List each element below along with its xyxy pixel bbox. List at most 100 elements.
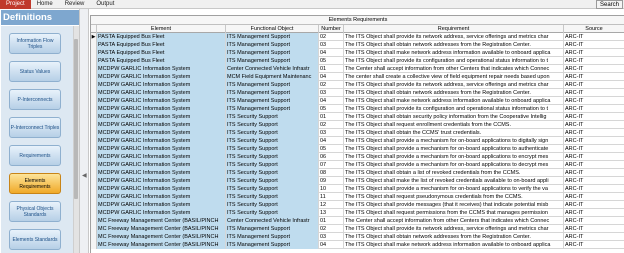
table-row[interactable]: MCDPW GARLIC Information System ITS Secur… <box>91 185 624 193</box>
functional-object-cell[interactable]: ITS Management Support <box>226 49 319 57</box>
element-cell[interactable]: MCDPW GARLIC Information System <box>97 65 226 73</box>
table-row[interactable]: MCDPW GARLIC Information System ITS Manag… <box>91 81 624 89</box>
number-cell[interactable]: 02 <box>319 33 344 41</box>
nav-button-status-values[interactable]: Status Values <box>9 61 61 82</box>
functional-object-cell[interactable]: ITS Management Support <box>226 241 319 249</box>
source-cell[interactable]: ARC-IT <box>564 193 624 201</box>
element-cell[interactable]: MCDPW GARLIC Information System <box>97 201 226 209</box>
table-row[interactable]: MCDPW GARLIC Information System ITS Secur… <box>91 177 624 185</box>
number-cell[interactable]: 09 <box>319 177 344 185</box>
functional-object-cell[interactable]: ITS Security Support <box>226 209 319 217</box>
source-cell[interactable]: ARC-IT <box>564 233 624 241</box>
requirement-cell[interactable]: The Center shall accept information from… <box>344 65 564 73</box>
requirement-cell[interactable]: The ITS Object shall obtain network addr… <box>344 233 564 241</box>
element-cell[interactable]: MCDPW GARLIC Information System <box>97 121 226 129</box>
source-cell[interactable]: ARC-IT <box>564 113 624 121</box>
nav-button-requirements[interactable]: Requirements <box>9 145 61 166</box>
source-cell[interactable]: ARC-IT <box>564 73 624 81</box>
element-cell[interactable]: MCDPW GARLIC Information System <box>97 81 226 89</box>
element-cell[interactable]: MCDPW GARLIC Information System <box>97 161 226 169</box>
source-cell[interactable]: ARC-IT <box>564 137 624 145</box>
element-cell[interactable]: PASTA Equipped Bus Fleet <box>97 33 226 41</box>
number-cell[interactable]: 01 <box>319 217 344 225</box>
table-row[interactable]: PASTA Equipped Bus Fleet ITS Management S… <box>91 49 624 57</box>
requirement-cell[interactable]: The ITS Object shall provide a mechanism… <box>344 137 564 145</box>
column-header-number[interactable]: Number <box>319 25 344 33</box>
column-header-source[interactable]: Source <box>564 25 624 33</box>
source-cell[interactable]: ARC-IT <box>564 145 624 153</box>
nav-button-elements-requirements[interactable]: Elements Requirements <box>9 173 61 194</box>
table-row[interactable]: MC Freeway Management Center (BASIL/PINC… <box>91 233 624 241</box>
table-row[interactable]: MC Freeway Management Center (BASIL/PINC… <box>91 217 624 225</box>
table-row[interactable]: MCDPW GARLIC Information System ITS Secur… <box>91 121 624 129</box>
element-cell[interactable]: MCDPW GARLIC Information System <box>97 137 226 145</box>
source-cell[interactable]: ARC-IT <box>564 225 624 233</box>
requirement-cell[interactable]: The ITS Object shall obtain the CCMS' tr… <box>344 129 564 137</box>
element-cell[interactable]: PASTA Equipped Bus Fleet <box>97 41 226 49</box>
functional-object-cell[interactable]: ITS Security Support <box>226 137 319 145</box>
element-cell[interactable]: MC Freeway Management Center (BASIL/PINC… <box>97 233 226 241</box>
functional-object-cell[interactable]: ITS Management Support <box>226 89 319 97</box>
requirement-cell[interactable]: The ITS Object shall obtain network addr… <box>344 41 564 49</box>
source-cell[interactable]: ARC-IT <box>564 169 624 177</box>
table-row[interactable]: MCDPW GARLIC Information System ITS Secur… <box>91 153 624 161</box>
functional-object-cell[interactable]: ITS Management Support <box>226 33 319 41</box>
source-cell[interactable]: ARC-IT <box>564 41 624 49</box>
number-cell[interactable]: 12 <box>319 201 344 209</box>
table-row[interactable]: MCDPW GARLIC Information System ITS Manag… <box>91 89 624 97</box>
number-cell[interactable]: 04 <box>319 73 344 81</box>
element-cell[interactable]: MCDPW GARLIC Information System <box>97 169 226 177</box>
number-cell[interactable]: 05 <box>319 105 344 113</box>
requirement-cell[interactable]: The ITS Object shall request permissions… <box>344 209 564 217</box>
functional-object-cell[interactable]: ITS Security Support <box>226 177 319 185</box>
element-cell[interactable]: PASTA Equipped Bus Fleet <box>97 49 226 57</box>
requirement-cell[interactable]: The ITS Object shall provide messages (t… <box>344 201 564 209</box>
requirement-cell[interactable]: The ITS Object shall make network addres… <box>344 241 564 249</box>
table-row[interactable]: PASTA Equipped Bus Fleet ITS Management S… <box>91 41 624 49</box>
functional-object-cell[interactable]: ITS Security Support <box>226 145 319 153</box>
number-cell[interactable]: 04 <box>319 137 344 145</box>
column-header-functional-object[interactable]: Functional Object <box>226 25 319 33</box>
number-cell[interactable]: 03 <box>319 233 344 241</box>
table-row[interactable]: PASTA Equipped Bus Fleet ITS Management S… <box>91 57 624 65</box>
number-cell[interactable]: 10 <box>319 185 344 193</box>
table-row[interactable]: MCDPW GARLIC Information System ITS Secur… <box>91 193 624 201</box>
source-cell[interactable]: ARC-IT <box>564 65 624 73</box>
number-cell[interactable]: 02 <box>319 81 344 89</box>
nav-button-physical-objects-standards[interactable]: Physical Objects Standards <box>9 201 61 222</box>
requirement-cell[interactable]: The ITS Object shall make network addres… <box>344 97 564 105</box>
number-cell[interactable]: 02 <box>319 121 344 129</box>
table-row[interactable]: MCDPW GARLIC Information System ITS Manag… <box>91 97 624 105</box>
table-row[interactable]: MCDPW GARLIC Information System ITS Secur… <box>91 161 624 169</box>
element-cell[interactable]: MCDPW GARLIC Information System <box>97 89 226 97</box>
requirement-cell[interactable]: The ITS Object shall provide a mechanism… <box>344 161 564 169</box>
table-row[interactable]: ▶ PASTA Equipped Bus Fleet ITS Management … <box>91 33 624 41</box>
requirement-cell[interactable]: The Center shall accept information from… <box>344 217 564 225</box>
functional-object-cell[interactable]: ITS Management Support <box>226 233 319 241</box>
nav-button-p-interconnect-triples[interactable]: P-Interconnect Triples <box>9 117 61 138</box>
element-cell[interactable]: MCDPW GARLIC Information System <box>97 177 226 185</box>
nav-button-information-flow-triples[interactable]: Information Flow Triples <box>9 33 61 54</box>
source-cell[interactable]: ARC-IT <box>564 81 624 89</box>
requirement-cell[interactable]: The ITS Object shall provide a mechanism… <box>344 185 564 193</box>
table-row[interactable]: MC Freeway Management Center (BASIL/PINC… <box>91 225 624 233</box>
table-row[interactable]: MCDPW GARLIC Information System ITS Secur… <box>91 201 624 209</box>
source-cell[interactable]: ARC-IT <box>564 33 624 41</box>
source-cell[interactable]: ARC-IT <box>564 89 624 97</box>
number-cell[interactable]: 08 <box>319 169 344 177</box>
requirement-cell[interactable]: The ITS Object shall provide a mechanism… <box>344 145 564 153</box>
functional-object-cell[interactable]: ITS Security Support <box>226 161 319 169</box>
functional-object-cell[interactable]: ITS Security Support <box>226 185 319 193</box>
functional-object-cell[interactable]: ITS Management Support <box>226 41 319 49</box>
number-cell[interactable]: 06 <box>319 153 344 161</box>
requirement-cell[interactable]: The ITS Object shall provide a mechanism… <box>344 153 564 161</box>
element-cell[interactable]: MCDPW GARLIC Information System <box>97 105 226 113</box>
element-cell[interactable]: MCDPW GARLIC Information System <box>97 209 226 217</box>
functional-object-cell[interactable]: ITS Management Support <box>226 105 319 113</box>
search-button[interactable]: Search <box>595 0 623 9</box>
table-row[interactable]: MCDPW GARLIC Information System MCM Field… <box>91 73 624 81</box>
table-row[interactable]: MCDPW GARLIC Information System ITS Secur… <box>91 169 624 177</box>
source-cell[interactable]: ARC-IT <box>564 153 624 161</box>
element-cell[interactable]: MC Freeway Management Center (BASIL/PINC… <box>97 225 226 233</box>
element-cell[interactable]: MCDPW GARLIC Information System <box>97 113 226 121</box>
